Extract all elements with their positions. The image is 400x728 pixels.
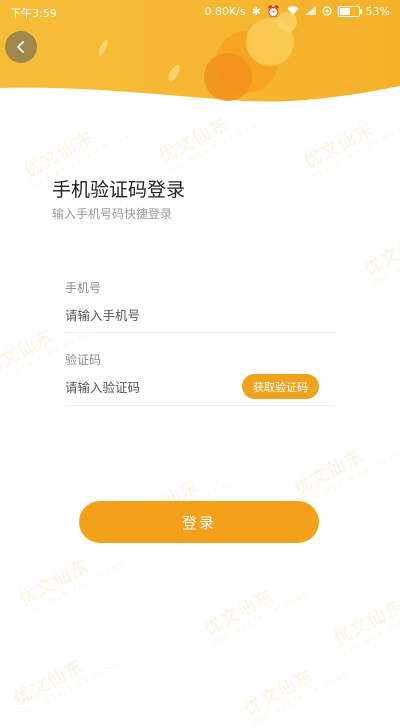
login-button[interactable]: 登录 xyxy=(79,501,319,543)
wifi-icon xyxy=(287,6,299,17)
signal-icon xyxy=(304,6,316,17)
code-divider xyxy=(65,405,335,406)
chevron-left-icon xyxy=(17,41,24,53)
status-bar: 下午3:59 0.80K/s ✱ ⏰ 53% xyxy=(0,0,400,24)
status-time: 下午3:59 xyxy=(10,7,57,20)
watermark: 优文仙东YOU WEN XIAN DONG xyxy=(15,555,127,618)
code-input[interactable] xyxy=(65,373,235,401)
status-icons: 0.80K/s ✱ ⏰ 53% xyxy=(204,5,390,18)
watermark: 优文仙东YOU WEN XIAN DONG xyxy=(240,665,352,728)
bluetooth-icon: ✱ xyxy=(251,5,261,18)
battery-percent: 53% xyxy=(365,5,390,18)
watermark: 优文仙东YOU WEN XIAN DONG xyxy=(200,585,312,648)
battery-icon xyxy=(337,6,362,17)
watermark: 优文仙东YOU WEN XIAN DONG xyxy=(290,445,400,508)
alarm-icon: ⏰ xyxy=(266,5,281,18)
phone-label: 手机号 xyxy=(65,281,102,295)
code-label: 验证码 xyxy=(65,353,102,367)
network-speed: 0.80K/s xyxy=(204,5,246,18)
page-title: 手机验证码登录 xyxy=(52,179,186,201)
page-subtitle: 输入手机号码快捷登录 xyxy=(52,207,173,221)
phone-divider xyxy=(65,332,335,333)
get-code-button[interactable]: 获取验证码 xyxy=(242,374,319,399)
watermark: 优文仙东YOU WEN XIAN DONG xyxy=(330,595,400,658)
back-button[interactable] xyxy=(5,31,37,63)
watermark: 优文仙东YOU WEN XIAN DONG xyxy=(10,655,122,718)
watermark: 优文仙东YOU WEN XIAN DONG xyxy=(360,225,400,288)
phone-input[interactable] xyxy=(65,301,335,329)
data-saver-icon xyxy=(321,5,332,18)
